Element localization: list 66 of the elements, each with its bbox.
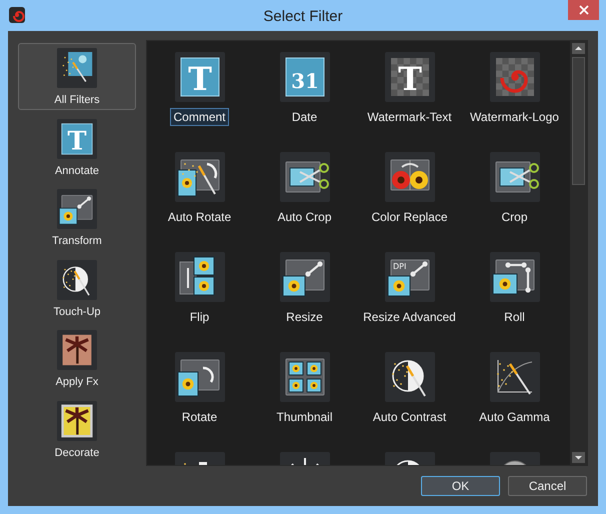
filter-label: Date	[290, 109, 318, 126]
category-item[interactable]: T Annotate	[18, 114, 136, 180]
close-icon	[578, 5, 588, 15]
filter-label: Auto Crop	[276, 209, 333, 226]
filter-item[interactable]: Auto Rotate	[147, 152, 252, 226]
filter-label: Watermark-Logo	[469, 109, 560, 126]
category-item[interactable]: All Filters	[18, 43, 136, 110]
filter-item[interactable]: Resize	[252, 252, 357, 326]
filter-item[interactable]: Auto Gamma	[462, 352, 567, 426]
filter-item[interactable]: Rotate	[147, 352, 252, 426]
filter-label: Crop	[500, 209, 528, 226]
category-item[interactable]: Touch-Up	[18, 254, 136, 321]
filter-label: Roll	[503, 309, 526, 326]
contrast-wand-icon	[57, 260, 97, 300]
spiral-icon	[490, 52, 540, 102]
framed-palm-icon	[57, 400, 97, 440]
filter-item[interactable]: Thumbnail	[252, 352, 357, 426]
filter-label: Color Replace	[370, 209, 449, 226]
filter-label: Thumbnail	[275, 409, 334, 426]
palm-tree-icon	[57, 330, 97, 370]
dialog-button[interactable]: OK	[421, 476, 500, 496]
filter-item[interactable]: Color Replace	[357, 152, 462, 226]
calendar-icon: 31	[280, 52, 330, 102]
letter-checker-icon: T	[384, 52, 434, 102]
filter-label: Comment	[170, 108, 228, 126]
category-item[interactable]: Decorate	[18, 396, 136, 462]
letter-tile-icon: T	[57, 118, 97, 158]
wand-rotate-icon	[174, 152, 224, 202]
curve-wand-icon	[490, 352, 540, 402]
filter-item[interactable]: DPI Resize Advanced	[357, 252, 462, 326]
filter-label: Auto Rotate	[166, 209, 232, 226]
filter-label: Auto Contrast	[372, 409, 448, 426]
filter-label: Resize	[285, 309, 324, 326]
filter-item[interactable]: Roll	[462, 252, 567, 326]
spiral-app-icon	[9, 7, 25, 23]
filter-item[interactable]: Watermark-Logo	[462, 52, 567, 126]
scrollbar[interactable]	[570, 41, 587, 465]
thumbnails-icon	[280, 352, 330, 402]
filter-item[interactable]: 31 Date	[252, 52, 357, 126]
arrows-photo-icon	[490, 252, 540, 302]
filter-label: Auto Gamma	[478, 409, 551, 426]
dialog-button[interactable]: Cancel	[508, 476, 587, 496]
scroll-thumb[interactable]	[572, 57, 585, 185]
flowers-icon	[384, 152, 434, 202]
scissors-photo-icon	[280, 152, 330, 202]
filter-item[interactable]: Auto Crop	[252, 152, 357, 226]
category-item[interactable]: Apply Fx	[18, 325, 136, 392]
magic-wand-photo-icon	[57, 48, 97, 88]
flip-photos-icon	[174, 252, 224, 302]
filter-label: Rotate	[180, 409, 218, 426]
filter-label: Watermark-Text	[366, 109, 453, 126]
category-item[interactable]: Transform	[18, 184, 136, 250]
scroll-down-icon[interactable]	[572, 452, 585, 463]
window-title: Select Filter	[263, 7, 343, 27]
close-button[interactable]	[568, 0, 599, 20]
filter-item[interactable]: Flip	[147, 252, 252, 326]
letter-tile-icon: T	[174, 52, 224, 102]
filter-label: Resize Advanced	[362, 309, 457, 326]
scissors-photo-icon	[490, 152, 540, 202]
filter-label: Flip	[188, 309, 210, 326]
contrast-wand-icon	[384, 352, 434, 402]
filter-item[interactable]: Auto Contrast	[357, 352, 462, 426]
filter-item[interactable]: Crop	[462, 152, 567, 226]
filter-item[interactable]: T Comment	[147, 52, 252, 126]
filter-item[interactable]: T Watermark-Text	[357, 52, 462, 126]
scroll-up-icon[interactable]	[572, 43, 585, 54]
